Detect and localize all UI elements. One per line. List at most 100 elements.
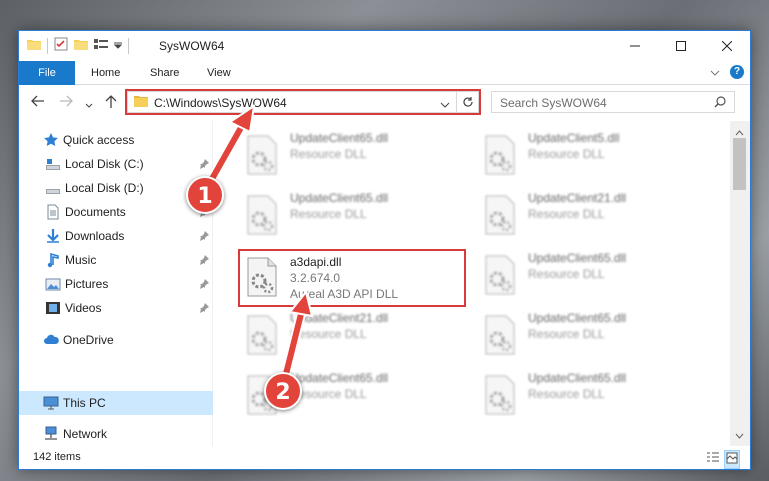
scrollbar-thumb[interactable]: [733, 138, 746, 190]
file-description: Resource DLL: [528, 147, 605, 161]
network-icon: [43, 426, 59, 442]
close-button[interactable]: [704, 31, 750, 61]
customize-toolbar-icon[interactable]: [113, 39, 123, 53]
sidebar-item-label: Local Disk (D:): [65, 181, 144, 195]
pictures-icon: [45, 276, 61, 292]
sidebar-item-documents[interactable]: Documents: [19, 201, 213, 223]
item-count: 142 items: [33, 451, 81, 463]
sidebar-item-quick-access[interactable]: Quick access: [19, 129, 213, 151]
music-icon: [45, 252, 61, 268]
toolbar-divider: [128, 37, 129, 54]
download-icon: [45, 228, 61, 244]
file-tile[interactable]: UpdateClient21.dll Resource DLL: [480, 187, 710, 243]
sidebar-item-label: Quick access: [63, 133, 135, 147]
dll-file-icon: [244, 315, 280, 358]
tab-file[interactable]: File: [19, 61, 75, 85]
sidebar-item-label: OneDrive: [63, 333, 114, 347]
file-name: UpdateClient65.dll: [290, 191, 389, 205]
search-box[interactable]: Search SysWOW64: [491, 91, 735, 113]
file-description: Resource DLL: [290, 147, 367, 161]
folder-icon: [27, 38, 41, 53]
step-marker-1: 1: [186, 176, 224, 214]
status-bar: 142 items: [19, 447, 750, 469]
details-view-icon[interactable]: [706, 450, 720, 469]
cloud-icon: [43, 332, 59, 348]
sidebar-item-network[interactable]: Network: [19, 423, 213, 445]
search-icon[interactable]: [714, 96, 726, 111]
address-highlight-box: [125, 89, 481, 115]
title-bar: SysWOW64: [19, 31, 750, 61]
step-marker-2: 2: [264, 372, 302, 410]
new-folder-icon[interactable]: [74, 38, 88, 53]
pin-icon: [199, 230, 209, 244]
sidebar-item-label: Local Disk (C:): [65, 157, 144, 171]
file-tile[interactable]: UpdateClient65.dll Resource DLL: [480, 307, 710, 363]
forward-arrow-icon[interactable]: [59, 95, 73, 110]
file-description: Resource DLL: [290, 327, 367, 341]
back-arrow-icon[interactable]: [31, 95, 45, 110]
star-icon: [43, 132, 59, 148]
file-tile[interactable]: UpdateClient65.dll Resource DLL: [242, 187, 472, 243]
minimize-button[interactable]: [612, 31, 658, 61]
expand-ribbon-icon[interactable]: [710, 65, 720, 79]
tab-home[interactable]: Home: [77, 61, 134, 85]
file-tile[interactable]: UpdateClient65.dll Resource DLL: [480, 367, 710, 423]
large-icons-view-icon[interactable]: [724, 450, 740, 469]
sidebar-item-videos[interactable]: Videos: [19, 297, 213, 319]
sidebar-item-label: Pictures: [65, 277, 109, 291]
file-description: Resource DLL: [528, 207, 605, 221]
file-tile[interactable]: UpdateClient21.dll Resource DLL: [242, 307, 472, 363]
file-name: UpdateClient5.dll: [528, 131, 620, 145]
dll-file-icon: [482, 135, 518, 178]
recent-locations-chevron-icon[interactable]: [85, 98, 93, 112]
sidebar-item-label: Network: [63, 427, 108, 441]
file-name: UpdateClient21.dll: [528, 191, 627, 205]
navigation-bar: C:\Windows\SysWOW64 Search SysWOW64: [19, 86, 750, 120]
view-options-icon[interactable]: [94, 38, 108, 53]
scroll-up-icon[interactable]: [735, 125, 744, 139]
tab-share[interactable]: Share: [136, 61, 193, 85]
vertical-scrollbar[interactable]: [730, 121, 750, 446]
sidebar-item-local-disk-d[interactable]: Local Disk (D:): [19, 177, 213, 199]
drive-icon: [45, 156, 61, 172]
sidebar-item-this-pc[interactable]: This PC: [19, 391, 213, 415]
sidebar-item-downloads[interactable]: Downloads: [19, 225, 213, 247]
help-icon[interactable]: ?: [730, 65, 744, 79]
videos-icon: [45, 300, 61, 316]
search-placeholder: Search SysWOW64: [500, 96, 607, 110]
file-name: UpdateClient65.dll: [528, 251, 627, 265]
sidebar-item-label: Documents: [65, 205, 126, 219]
sidebar-item-pictures[interactable]: Pictures: [19, 273, 213, 295]
pin-icon: [199, 278, 209, 292]
properties-icon[interactable]: [54, 37, 68, 54]
pin-icon: [199, 302, 209, 316]
up-arrow-icon[interactable]: [105, 95, 117, 111]
file-description: Resource DLL: [528, 327, 605, 341]
tab-view[interactable]: View: [193, 61, 245, 85]
file-description: Resource DLL: [528, 387, 605, 401]
file-tile[interactable]: UpdateClient65.dll Resource DLL: [242, 127, 472, 183]
file-name: UpdateClient65.dll: [290, 371, 389, 385]
scroll-down-icon[interactable]: [735, 428, 744, 442]
sidebar-item-label: Videos: [65, 301, 102, 315]
pin-icon: [199, 254, 209, 268]
quick-access-toolbar: [27, 37, 129, 54]
drive-icon: [45, 180, 61, 196]
sidebar-item-label: This PC: [63, 396, 106, 410]
pin-icon: [199, 158, 209, 172]
dll-file-icon: [244, 135, 280, 178]
ribbon-tabs: File Home Share View ?: [19, 61, 750, 85]
dll-file-icon: [482, 375, 518, 418]
file-description: Resource DLL: [528, 267, 605, 281]
file-name: UpdateClient65.dll: [528, 311, 627, 325]
file-tile[interactable]: UpdateClient65.dll Resource DLL: [480, 247, 710, 303]
computer-icon: [43, 395, 59, 411]
file-tile[interactable]: UpdateClient5.dll Resource DLL: [480, 127, 710, 183]
file-name: UpdateClient65.dll: [290, 131, 389, 145]
sidebar-item-onedrive[interactable]: OneDrive: [19, 329, 213, 351]
sidebar-item-music[interactable]: Music: [19, 249, 213, 271]
maximize-button[interactable]: [658, 31, 704, 61]
sidebar-item-local-disk-c[interactable]: Local Disk (C:): [19, 153, 213, 175]
sidebar-item-label: Downloads: [65, 229, 125, 243]
file-name: UpdateClient65.dll: [528, 371, 627, 385]
